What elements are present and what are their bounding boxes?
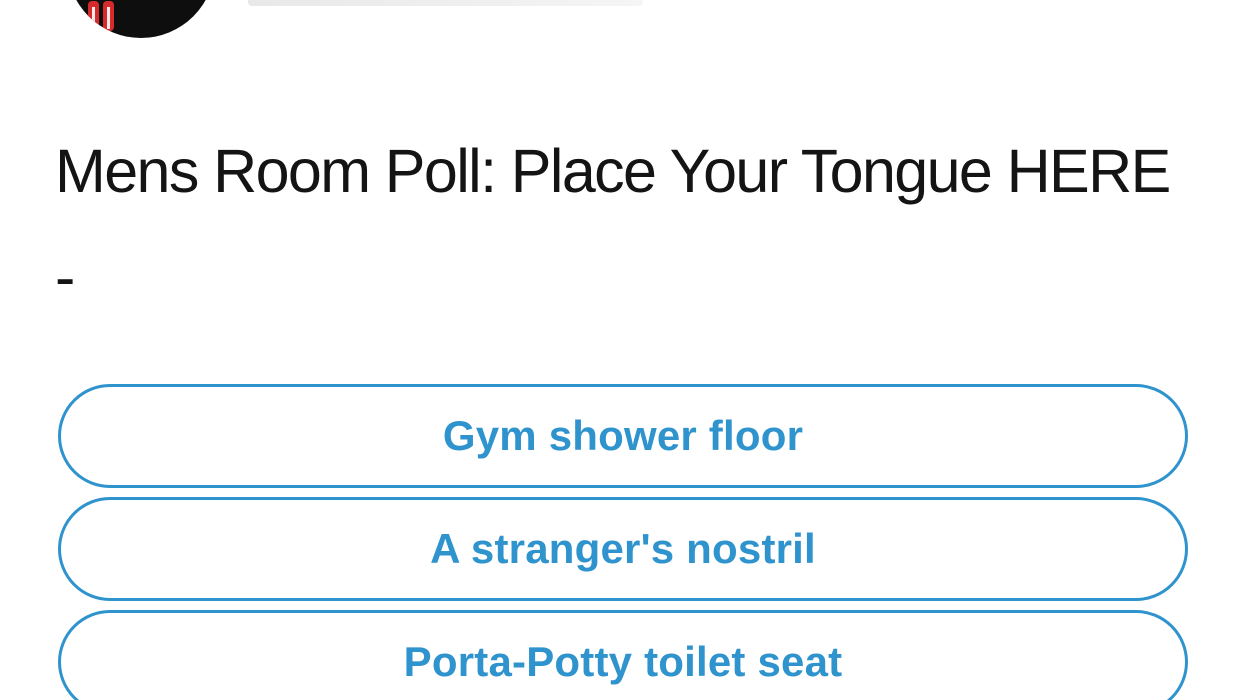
poll-option-label: Gym shower floor	[442, 412, 804, 459]
account-name-cropped	[248, 0, 643, 6]
poll-option-label: A stranger's nostril	[430, 525, 816, 572]
poll-option-porta-potty-toilet-seat[interactable]: Porta-Potty toilet seat	[58, 610, 1188, 700]
poll-options: Gym shower floor A stranger's nostril Po…	[58, 384, 1188, 700]
poll-option-strangers-nostril[interactable]: A stranger's nostril	[58, 497, 1188, 601]
poll-option-gym-shower-floor[interactable]: Gym shower floor	[58, 384, 1188, 488]
poll-question: Mens Room Poll: Place Your Tongue HERE -	[55, 137, 1171, 311]
poll-option-label: Porta-Potty toilet seat	[403, 638, 843, 685]
logo-icon	[88, 1, 114, 31]
avatar[interactable]	[67, 0, 215, 38]
